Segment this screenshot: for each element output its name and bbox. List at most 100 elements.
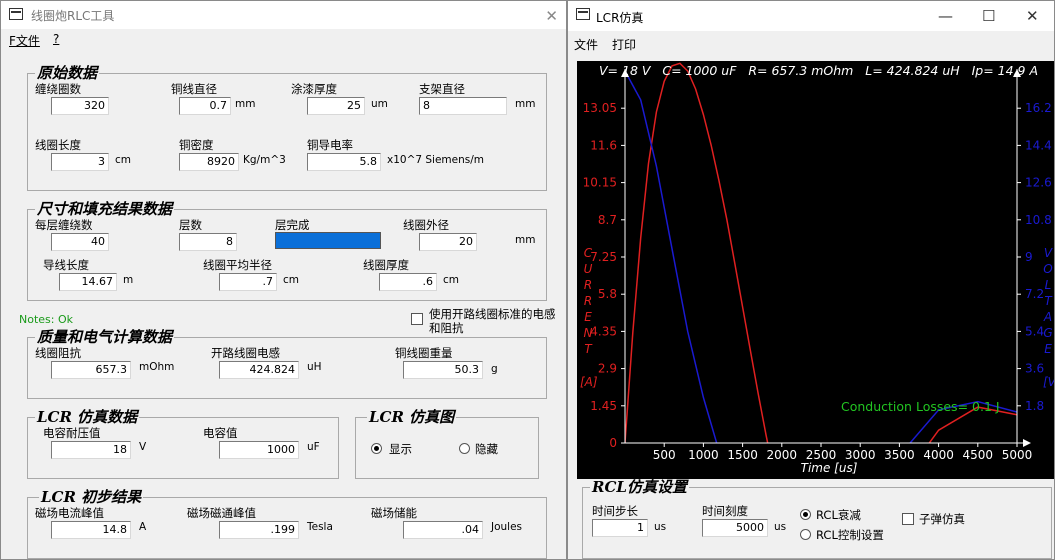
- length-label: 线圈长度: [35, 138, 81, 152]
- y-right-label-char: G: [1043, 326, 1052, 340]
- volt-field[interactable]: 18: [51, 441, 131, 459]
- per-layer-field[interactable]: 40: [51, 233, 109, 251]
- frame-unit: mm: [515, 98, 536, 110]
- hide-plot-label: 隐藏: [475, 442, 498, 456]
- density-field[interactable]: 8920: [179, 153, 239, 171]
- weight-field[interactable]: 50.3: [403, 361, 483, 379]
- y-right-unit: [V: [1043, 375, 1055, 389]
- show-plot-radio[interactable]: [371, 443, 382, 454]
- y-right-tick-label: 3.6: [1025, 362, 1044, 376]
- cap-unit: uF: [307, 441, 320, 453]
- wire-dia-field[interactable]: 0.7: [179, 97, 231, 115]
- thick-field[interactable]: .6: [379, 273, 437, 291]
- coat-unit: um: [371, 98, 388, 110]
- peak-i-unit: A: [139, 521, 147, 533]
- lcr-plot-group: [355, 417, 539, 479]
- cond-field[interactable]: 5.8: [307, 153, 381, 171]
- window-title: 线圈炮RLC工具: [31, 9, 115, 23]
- menu-print[interactable]: 打印: [612, 36, 636, 53]
- y-right-tick-label: 9: [1025, 250, 1033, 264]
- rcl-ctrl-radio[interactable]: [800, 529, 811, 540]
- x-tick-label: 1000: [688, 448, 719, 462]
- app-icon: [9, 8, 23, 20]
- outer-dia-field[interactable]: 20: [419, 233, 477, 251]
- maximize-icon[interactable]: ☐: [982, 7, 995, 25]
- outer-dia-unit: mm: [515, 234, 536, 246]
- peak-i-label: 磁场电流峰值: [35, 506, 104, 520]
- y-left-tick-label: 1.45: [590, 399, 617, 413]
- layers-field[interactable]: 8: [179, 233, 237, 251]
- wire-dia-unit: mm: [235, 98, 256, 110]
- rcl-decay-radio[interactable]: [800, 509, 811, 520]
- volt-unit: V: [139, 441, 147, 453]
- bullet-sim-checkbox[interactable]: [902, 513, 914, 525]
- close-icon-2[interactable]: ✕: [1026, 7, 1039, 25]
- raw-data-title: 原始数据: [35, 64, 100, 82]
- std-inductance-checkbox[interactable]: [411, 313, 423, 325]
- x-tick-label: 2000: [767, 448, 798, 462]
- res-field[interactable]: 657.3: [51, 361, 131, 379]
- ind-field[interactable]: 424.824: [219, 361, 299, 379]
- y-left-label-char: R: [584, 278, 592, 292]
- x-tick-label: 3000: [845, 448, 876, 462]
- menu-file[interactable]: F文件: [9, 32, 40, 49]
- sim-window-title: LCR仿真: [596, 11, 644, 25]
- y-right-label-char: O: [1043, 262, 1052, 276]
- menu-help[interactable]: ?: [53, 32, 59, 46]
- length-unit: cm: [115, 154, 132, 166]
- x-axis-label: Time [us]: [801, 461, 858, 475]
- lcr-sim-window: LCR仿真 — ☐ ✕ 文件 打印 500 1000 1500 2000 2500 300…: [567, 0, 1055, 560]
- left-titlebar: 线圈炮RLC工具 ✕: [1, 1, 566, 29]
- y-right-tick-label: 12.6: [1025, 176, 1052, 190]
- y-right-label-char: A: [1043, 310, 1052, 324]
- y-right-tick-label: 14.4: [1025, 138, 1052, 152]
- y-right-label-char: V: [1044, 246, 1053, 260]
- y-left-label-char: R: [584, 294, 592, 308]
- weight-unit: g: [491, 363, 498, 375]
- layer-done-label: 层完成: [275, 218, 310, 232]
- scale-field[interactable]: 5000: [702, 519, 768, 537]
- y-left-tick-label: 10.15: [583, 176, 617, 190]
- y-right-tick-label: 5.4: [1025, 324, 1044, 338]
- frame-field[interactable]: 8: [419, 97, 507, 115]
- peak-i-field[interactable]: 14.8: [51, 521, 131, 539]
- y-right-tick-label: 7.2: [1025, 287, 1044, 301]
- cond-label: 铜导电率: [307, 138, 353, 152]
- close-icon[interactable]: ✕: [545, 7, 558, 25]
- cap-field[interactable]: 1000: [219, 441, 299, 459]
- length-field[interactable]: 3: [51, 153, 109, 171]
- ind-label: 开路线圈电感: [211, 346, 280, 360]
- menu-sim-file[interactable]: 文件: [574, 36, 598, 53]
- y-left-tick-label: 0: [609, 436, 617, 450]
- flux-field[interactable]: .199: [219, 521, 299, 539]
- turns-field[interactable]: 320: [51, 97, 109, 115]
- x-tick-label: 4500: [963, 448, 994, 462]
- cond-unit: x10^7 Siemens/m: [387, 154, 485, 166]
- hide-plot-radio[interactable]: [459, 443, 470, 454]
- y-left-tick-label: 8.7: [598, 213, 617, 227]
- minimize-icon[interactable]: —: [938, 7, 953, 25]
- energy-field[interactable]: .04: [403, 521, 483, 539]
- step-label: 时间步长: [592, 504, 638, 518]
- step-field[interactable]: 1: [592, 519, 648, 537]
- turns-label: 缠绕圈数: [35, 82, 81, 96]
- lcr-plot: 500 1000 1500 2000 2500 3000 3500 4000 4500 5000 T…: [577, 61, 1055, 479]
- res-unit: mOhm: [139, 361, 175, 373]
- avg-radius-field[interactable]: .7: [219, 273, 277, 291]
- y-left-unit: [A]: [580, 375, 598, 389]
- rcl-settings-group: [582, 487, 1052, 559]
- y-right-label-char: E: [1044, 342, 1052, 356]
- density-unit: Kg/m^3: [243, 154, 286, 166]
- wire-len-field[interactable]: 14.67: [59, 273, 117, 291]
- coat-field[interactable]: 25: [307, 97, 365, 115]
- wire-len-label: 导线长度: [43, 258, 89, 272]
- rcl-ctrl-label: RCL控制设置: [816, 528, 884, 542]
- x-tick-label: 3500: [884, 448, 915, 462]
- step-unit: us: [654, 521, 667, 533]
- x-tick-label: 2500: [806, 448, 837, 462]
- x-tick-label: 1500: [727, 448, 758, 462]
- plot-background: [577, 61, 1054, 479]
- weight-label: 铜线圈重量: [395, 346, 453, 360]
- y-left-label-char: C: [584, 246, 593, 260]
- y-left-tick-label: 5.8: [598, 287, 617, 301]
